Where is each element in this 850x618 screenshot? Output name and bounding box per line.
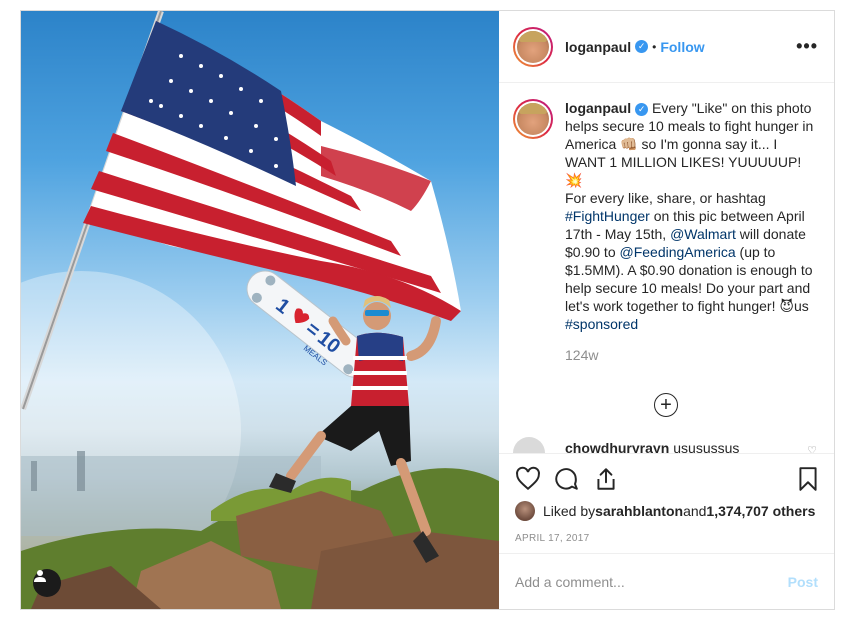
liker-avatar[interactable] <box>515 501 535 521</box>
city-building <box>31 461 37 491</box>
heart-icon[interactable] <box>515 466 541 492</box>
follow-button[interactable]: Follow <box>660 39 704 55</box>
bookmark-icon[interactable] <box>795 466 821 492</box>
comment-avatar[interactable] <box>513 437 545 453</box>
action-bar <box>499 453 834 503</box>
avatar-photo <box>517 103 549 135</box>
verified-badge-icon: ✓ <box>635 103 649 116</box>
post-comment-button[interactable]: Post <box>788 574 818 590</box>
post-side-panel: loganpaul ✓ • Follow ••• loganpaul ✓ Ever… <box>499 11 834 609</box>
comment-text: ususussus <box>673 440 740 453</box>
post-photo[interactable]: 1 = 10 MEALS <box>21 11 499 609</box>
avatar-photo <box>517 30 549 63</box>
caption-section: loganpaul ✓ Every "Like" on this photo he… <box>499 83 834 453</box>
comment-icon[interactable] <box>553 466 579 492</box>
avatar[interactable] <box>513 26 553 67</box>
likes-prefix: Liked by <box>543 503 596 519</box>
likes-summary: Liked by sarahblanton and 1,374,707 othe… <box>515 501 815 521</box>
comment-input[interactable] <box>515 572 765 592</box>
add-comment-bar: Post <box>499 553 834 609</box>
caption-body: For every like, share, or hashtag <box>565 190 766 206</box>
post-header: loganpaul ✓ • Follow ••• <box>499 11 834 83</box>
city-building <box>77 451 85 491</box>
photo-illustration: 1 = 10 MEALS <box>21 11 499 609</box>
post-date[interactable]: APRIL 17, 2017 <box>515 533 589 544</box>
liker-username[interactable]: sarahblanton <box>595 503 683 519</box>
caption-timestamp[interactable]: 124w <box>565 347 820 363</box>
mention-link[interactable]: @Walmart <box>670 226 736 242</box>
caption-text: loganpaul ✓ Every "Like" on this photo he… <box>565 99 820 333</box>
mention-link[interactable]: @FeedingAmerica <box>620 244 736 260</box>
likes-middle: and <box>683 503 707 519</box>
more-options-icon[interactable]: ••• <box>796 37 818 55</box>
verified-badge-icon: ✓ <box>635 40 649 53</box>
header-separator: • <box>652 39 657 54</box>
user-tag-icon <box>34 570 46 582</box>
hashtag-link[interactable]: #sponsored <box>565 316 638 332</box>
instagram-post: 1 = 10 MEALS loganpaul ✓ • Follow ••• lo… <box>20 10 835 610</box>
caption-username[interactable]: loganpaul <box>565 100 631 116</box>
comment-like-icon[interactable]: ♡ <box>807 444 817 453</box>
header-username[interactable]: loganpaul <box>565 39 631 55</box>
caption-avatar[interactable] <box>513 99 553 139</box>
user-tag-button[interactable] <box>33 569 61 597</box>
likes-count[interactable]: 1,374,707 others <box>706 503 815 519</box>
comment-item: chowdhuryrayn ususussus ♡ <box>513 437 833 453</box>
load-more-comments-icon[interactable]: + <box>654 393 678 417</box>
share-icon[interactable] <box>593 466 619 492</box>
comment-username[interactable]: chowdhuryrayn <box>565 440 669 453</box>
hashtag-link[interactable]: #FightHunger <box>565 208 650 224</box>
